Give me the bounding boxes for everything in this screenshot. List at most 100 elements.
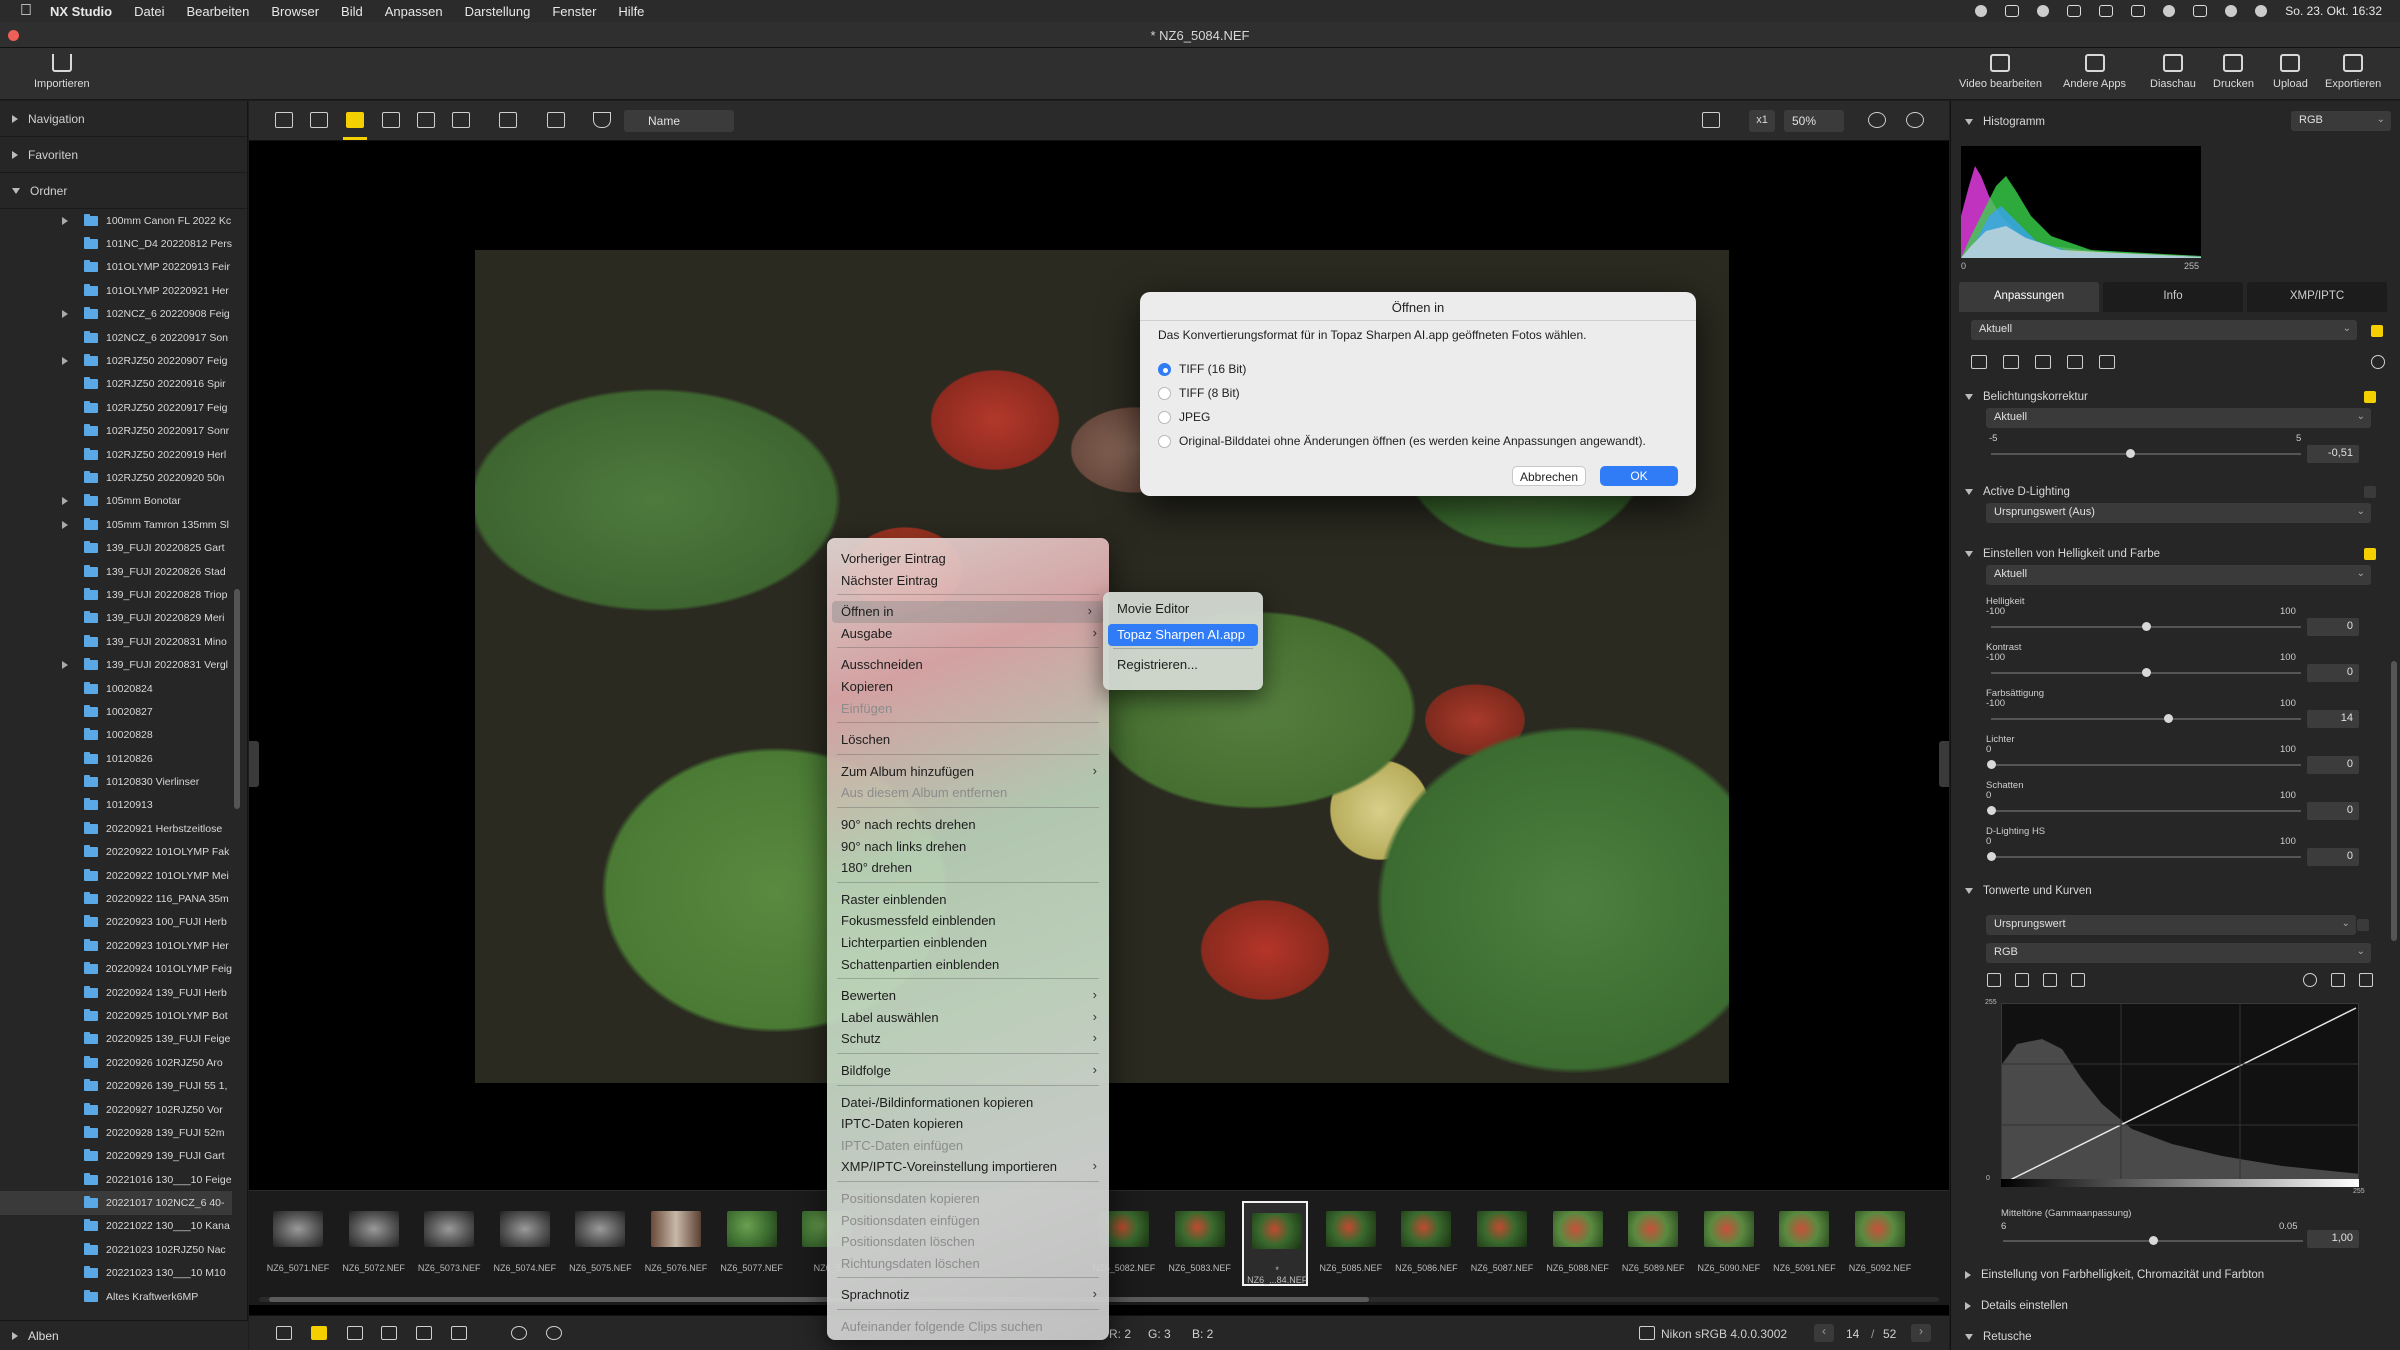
filmstrip-thumbnail[interactable]: NZ6_5083.NEF	[1167, 1201, 1233, 1286]
folder-item[interactable]: 20220922 101OLYMP Fak	[0, 841, 232, 864]
grid-view-icon[interactable]	[275, 112, 293, 128]
slider-track[interactable]	[1991, 764, 2301, 766]
folder-item[interactable]: 105mm Tamron 135mm Sl	[0, 513, 232, 536]
radio-tiff-16[interactable]: TIFF (16 Bit)	[1158, 362, 1246, 376]
retouch-brush-icon[interactable]	[2003, 355, 2019, 369]
context-menu-item[interactable]: XMP/IPTC-Voreinstellung importieren ›	[827, 1156, 1109, 1178]
context-menu-item[interactable]: Datei-/Bildinformationen kopieren	[827, 1092, 1109, 1114]
adjustment-preset-select[interactable]: Aktuell ⌄	[1971, 320, 2357, 340]
filmstrip-scroll-thumb[interactable]	[269, 1297, 1369, 1302]
auto-retouch-icon[interactable]	[1971, 355, 1987, 369]
perspective-icon[interactable]	[2099, 355, 2115, 369]
zoom-out-icon[interactable]	[1868, 112, 1886, 128]
context-menu-item[interactable]: Zum Album hinzufügen ›	[827, 761, 1109, 783]
context-menu-item[interactable]: 180° drehen	[827, 857, 1109, 879]
context-menu-item[interactable]: 90° nach rechts drehen	[827, 814, 1109, 836]
control-center-icon[interactable]	[2193, 5, 2208, 17]
menu-darstellung[interactable]: Darstellung	[465, 4, 531, 19]
folder-item[interactable]: 20220924 139_FUJI Herb	[0, 981, 232, 1004]
submenu-item[interactable]: Topaz Sharpen AI.app	[1108, 624, 1258, 646]
curve-reset-icon[interactable]	[2331, 973, 2345, 987]
settings-gear-icon[interactable]	[2371, 355, 2385, 369]
preset-checkbox[interactable]	[2371, 325, 2383, 337]
slider-value[interactable]: 14	[2307, 710, 2359, 728]
context-menu-item[interactable]: IPTC-Daten kopieren	[827, 1113, 1109, 1135]
folder-item[interactable]: Altes Kraftwerk6MP	[0, 1285, 232, 1308]
video-edit-button[interactable]: Video bearbeiten	[1959, 54, 2042, 90]
slider-value[interactable]: 0	[2307, 756, 2359, 774]
filmstrip-thumbnail[interactable]: * NZ6_...84.NEF	[1242, 1201, 1309, 1286]
curves-preset-select[interactable]: Ursprungswert ⌄	[1986, 915, 2356, 935]
folder-item[interactable]: 139_FUJI 20220825 Gart	[0, 536, 232, 559]
context-menu-item[interactable]: 90° nach links drehen	[827, 836, 1109, 858]
collapse-left-panel-handle[interactable]	[249, 741, 259, 787]
zoom-select[interactable]: 50%	[1784, 110, 1844, 132]
folder-item[interactable]: 139_FUJI 20220826 Stad	[0, 560, 232, 583]
prev-page-button[interactable]: ‹	[1814, 1324, 1834, 1342]
exposure-slider-knob[interactable]	[2126, 449, 2136, 458]
search-icon[interactable]	[2225, 5, 2238, 17]
adl-preset-select[interactable]: Ursprungswert (Aus) ⌄	[1986, 503, 2371, 523]
compare-view-icon[interactable]	[382, 112, 400, 128]
crop-icon[interactable]	[2067, 355, 2083, 369]
filmstrip-thumbnail[interactable]: NZ6_5088.NEF	[1545, 1201, 1611, 1286]
brightness-color-header[interactable]: Einstellen von Helligkeit und Farbe	[1951, 543, 2400, 565]
exposure-value[interactable]: -0,51	[2307, 445, 2359, 463]
radio-tiff-8[interactable]: TIFF (8 Bit)	[1158, 386, 1240, 400]
menu-app[interactable]: NX Studio	[50, 4, 112, 19]
section-folders[interactable]: Ordner	[0, 173, 247, 209]
apple-icon[interactable]: 	[20, 3, 36, 19]
folder-item[interactable]: 102RJZ50 20220919 Herl	[0, 443, 232, 466]
context-menu-item[interactable]: Ausgabe ›	[827, 623, 1109, 645]
radio-button-selected[interactable]	[1158, 362, 1171, 376]
filmstrip-thumbnail[interactable]: NZ6_5090.NEF	[1696, 1201, 1762, 1286]
filmstrip-thumbnail[interactable]: NZ6_5073.NEF	[416, 1201, 482, 1286]
section-favorites[interactable]: Favoriten	[0, 137, 247, 173]
tab-adjustments[interactable]: Anpassungen	[1959, 282, 2099, 312]
ok-button[interactable]: OK	[1600, 466, 1678, 486]
siri-icon[interactable]	[2255, 5, 2268, 17]
menu-bearbeiten[interactable]: Bearbeiten	[186, 4, 249, 19]
folder-item[interactable]: 20220928 139_FUJI 52m	[0, 1121, 232, 1144]
brightness-color-checkbox[interactable]	[2364, 548, 2376, 560]
folder-item[interactable]: 20221023 130___10 M10	[0, 1262, 232, 1285]
folder-item[interactable]: 139_FUJI 20220828 Triop	[0, 583, 232, 606]
folder-item[interactable]: 102RJZ50 20220917 Feig	[0, 396, 232, 419]
eyedropper-white-icon[interactable]	[2043, 973, 2057, 987]
chevron-right-icon[interactable]	[60, 496, 74, 506]
zoom-in-icon[interactable]	[1906, 112, 1924, 128]
filmstrip-thumbnail[interactable]: NZ6_5089.NEF	[1620, 1201, 1686, 1286]
menu-browser[interactable]: Browser	[271, 4, 319, 19]
straighten-icon[interactable]	[2035, 355, 2051, 369]
curves-checkbox[interactable]	[2357, 919, 2369, 931]
filmstrip-thumbnail[interactable]: NZ6_5087.NEF	[1469, 1201, 1535, 1286]
section-navigation[interactable]: Navigation	[0, 101, 247, 137]
contrast-icon[interactable]	[2303, 973, 2317, 987]
slider-knob[interactable]	[1987, 852, 1996, 861]
folder-item[interactable]: 10120913	[0, 794, 232, 817]
menu-datei[interactable]: Datei	[134, 4, 164, 19]
cancel-button[interactable]: Abbrechen	[1512, 466, 1586, 486]
menu-fenster[interactable]: Fenster	[552, 4, 596, 19]
zoom-1x-button[interactable]: x1	[1749, 110, 1775, 132]
context-menu-item[interactable]: Sprachnotiz ›	[827, 1284, 1109, 1306]
filmstrip-thumbnail[interactable]: NZ6_5077.NEF	[719, 1201, 785, 1286]
folder-item[interactable]: 139_FUJI 20220831 Mino	[0, 630, 232, 653]
curve-linear-icon[interactable]	[2359, 973, 2373, 987]
filmstrip-thumbnail[interactable]: NZ6_5091.NEF	[1771, 1201, 1837, 1286]
battery-icon[interactable]	[2131, 5, 2146, 17]
export-button[interactable]: Exportieren	[2325, 54, 2381, 90]
filmstrip-thumbnail[interactable]: NZ6_5086.NEF	[1393, 1201, 1459, 1286]
folder-item[interactable]: 20221016 130___10 Feige	[0, 1168, 232, 1191]
folder-item[interactable]: 20220926 139_FUJI 55 1,	[0, 1074, 232, 1097]
split-view-icon[interactable]	[452, 112, 470, 128]
filmstrip-thumbnail[interactable]: NZ6_5092.NEF	[1847, 1201, 1913, 1286]
slider-track[interactable]	[1991, 856, 2301, 858]
context-menu-item[interactable]: Löschen	[827, 729, 1109, 751]
adl-header[interactable]: Active D-Lighting	[1951, 481, 2400, 503]
folder-item[interactable]: 102NCZ_6 20220917 Son	[0, 326, 232, 349]
layers-icon[interactable]	[311, 1326, 327, 1340]
radio-button[interactable]	[1158, 386, 1171, 400]
folder-item[interactable]: 20220921 Herbstzeitlose	[0, 817, 232, 840]
brightness-color-preset-select[interactable]: Aktuell ⌄	[1986, 565, 2371, 585]
